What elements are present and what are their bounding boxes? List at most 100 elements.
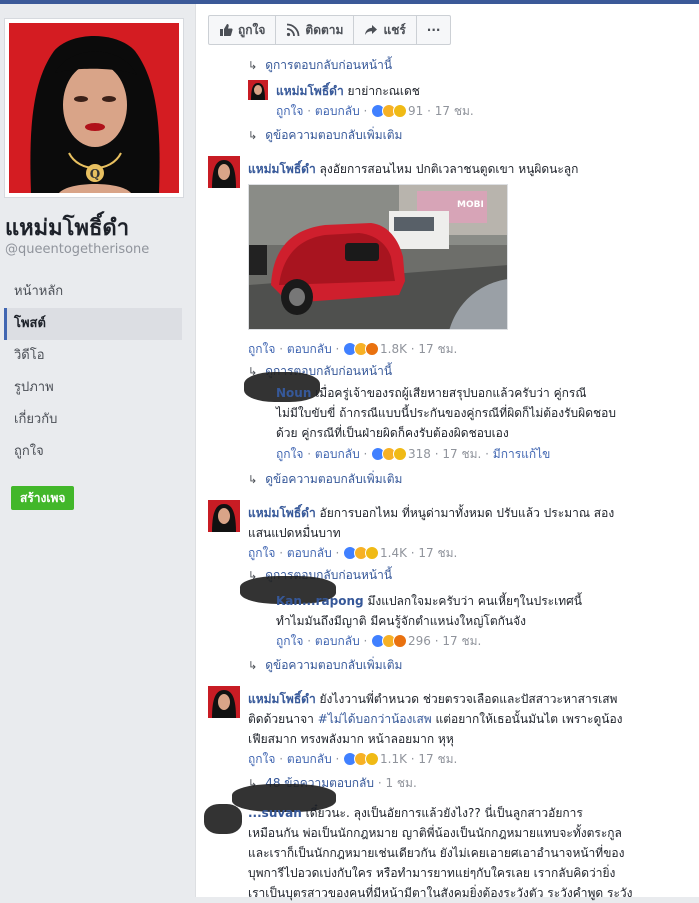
avatar[interactable] (208, 500, 240, 532)
comment-text: เมื่อครู่เจ้าของรถผู้เสียหายสรุปบอกแล้วค… (315, 386, 587, 400)
reply-body: Noun เมื่อครู่เจ้าของรถผู้เสียหายสรุปบอก… (276, 384, 586, 403)
comment-time[interactable]: 17 ชม. (418, 546, 457, 560)
page-sidebar: Q แหม่มโพธิ์ดำ @queentogetherisone หน้าห… (0, 4, 195, 897)
thumbs-up-icon (220, 24, 233, 36)
comment-author[interactable]: แหม่มโพธิ์ดำ (248, 692, 316, 706)
share-label: แชร์ (383, 22, 406, 37)
reactions[interactable] (371, 104, 408, 118)
reaction-count: 318 (408, 447, 431, 461)
page-handle[interactable]: @queentogetherisone (5, 242, 149, 257)
comment-text: เราเป็นบุตรสาวของคนที่มีหน้ามีตาในสังคมย… (248, 886, 633, 900)
share-button[interactable]: แชร์ (354, 16, 417, 44)
comment-author[interactable]: Noun (276, 386, 311, 400)
comment-meta: ถูกใจ · ตอบกลับ · 1.8K · 17 ชม. (248, 342, 458, 356)
like-page-button[interactable]: ถูกใจ (209, 16, 277, 44)
profile-picture[interactable]: Q (4, 18, 184, 198)
like-link[interactable]: ถูกใจ (276, 104, 303, 118)
comment-meta: ถูกใจ · ตอบกลับ · 318 · 17 ชม. · มีการแก… (276, 447, 551, 461)
svg-text:Q: Q (90, 167, 100, 181)
comment-time[interactable]: 17 ชม. (418, 752, 457, 766)
comment-text: ด้วย คู่กรณีที่เป็นฝ่ายผิดก็คงรับต้องผิด… (276, 426, 509, 440)
wow-reaction-icon (365, 752, 380, 766)
page-nav: หน้าหลัก โพสต์ วิดีโอ รูปภาพ เกี่ยวกับ ถ… (4, 276, 182, 468)
view-more-replies[interactable]: ↳ ดูข้อความตอบกลับเพิ่มเติม (248, 656, 402, 675)
view-more-replies[interactable]: ↳ ดูข้อความตอบกลับเพิ่มเติม (248, 126, 402, 145)
comment-meta: ถูกใจ · ตอบกลับ · 1.4K · 17 ชม. (248, 546, 458, 560)
reply-body: แหม่มโพธิ์ดำ ยาย่ากะณเดช (276, 82, 420, 101)
comment-body: ...suvan เดี๋ยวนะ. ลุงเป็นอัยการแล้วยังไ… (248, 804, 583, 823)
avatar[interactable] (248, 80, 268, 100)
comment-meta: ถูกใจ · ตอบกลับ · 91 · 17 ชม. (276, 104, 474, 118)
follow-button[interactable]: ติดตาม (276, 16, 355, 44)
reaction-count: 1.4K (380, 546, 407, 560)
view-more-replies-link[interactable]: ดูข้อความตอบกลับเพิ่มเติม (265, 472, 402, 486)
comment-time[interactable]: 17 ชม. (442, 447, 481, 461)
view-previous-replies[interactable]: ↳ ดูการตอบกลับก่อนหน้านี้ (248, 56, 392, 75)
comment-body: แหม่มโพธิ์ดำ อัยการบอกไหม ที่หนูด่ามาทั้… (248, 504, 614, 523)
like-link[interactable]: ถูกใจ (248, 546, 275, 560)
nav-item-photos[interactable]: รูปภาพ (4, 372, 182, 404)
comment-text: เดี๋ยวนะ. ลุงเป็นอัยการแล้วยังไง?? นี่เป… (305, 806, 583, 820)
comment-text: ลุงอัยการสอนไหม ปกติเวลาชนตูดเขา หนูผิดน… (319, 162, 579, 176)
profile-image: Q (9, 23, 179, 193)
like-link[interactable]: ถูกใจ (276, 634, 303, 648)
view-more-replies[interactable]: ↳ ดูข้อความตอบกลับเพิ่มเติม (248, 470, 402, 489)
reactions[interactable] (371, 447, 408, 461)
reply-link[interactable]: ตอบกลับ (315, 447, 360, 461)
view-more-replies-link[interactable]: ดูข้อความตอบกลับเพิ่มเติม (265, 128, 402, 142)
avatar[interactable] (208, 686, 240, 718)
edited-link[interactable]: มีการแก้ไข (493, 447, 551, 461)
comment-text-line: ติดด้วยนาจา #ไม่ได้บอกว่าน้องเสพ แต่อยาก… (248, 710, 623, 729)
like-link[interactable]: ถูกใจ (248, 342, 275, 356)
view-more-replies-link[interactable]: ดูข้อความตอบกลับเพิ่มเติม (265, 658, 402, 672)
reactions[interactable] (343, 546, 380, 560)
comment-author[interactable]: ...suvan (248, 806, 302, 820)
reactions[interactable] (343, 752, 380, 766)
share-arrow-icon (365, 25, 378, 35)
nav-item-likes[interactable]: ถูกใจ (4, 436, 182, 468)
comment-meta: ถูกใจ · ตอบกลับ · 1.1K · 17 ชม. (248, 752, 458, 766)
main-column: ถูกใจ ติดตาม แชร์ ··· ↳ ดูการตอบกลับก่อนห… (195, 4, 699, 900)
reply-link[interactable]: ตอบกลับ (287, 546, 332, 560)
comment-time[interactable]: 17 ชม. (418, 342, 457, 356)
reply-link[interactable]: ตอบกลับ (287, 342, 332, 356)
reactions[interactable] (371, 634, 408, 648)
comment-text: เหมือนกัน พ่อเป็นนักกฎหมาย ญาติพี่น้องเป… (248, 826, 622, 840)
comment-time[interactable]: 17 ชม. (442, 634, 481, 648)
reply-body: Kan...rapong มึงแปลกใจมะครับว่า คนเหี้ยๆ… (276, 592, 582, 611)
avatar[interactable] (208, 156, 240, 188)
reply-link[interactable]: ตอบกลับ (287, 752, 332, 766)
comment-photo[interactable]: MOBI (248, 184, 508, 330)
like-page-label: ถูกใจ (238, 22, 266, 37)
comment-body: แหม่มโพธิ์ดำ ลุงอัยการสอนไหม ปกติเวลาชนต… (248, 160, 578, 179)
like-link[interactable]: ถูกใจ (248, 752, 275, 766)
comment-time[interactable]: 17 ชม. (435, 104, 474, 118)
reply-link[interactable]: ตอบกลับ (315, 104, 360, 118)
comment-text: ยาย่ากะณเดช (347, 84, 420, 98)
comment-text: ไม่มีใบขับขี่ ถ้ากรณีแบบนี้ประกันของคู่ก… (276, 406, 616, 420)
comment-text: และเราก็เป็นนักกฎหมายเช่นเดียวกัน ยังไม่… (248, 846, 625, 860)
view-previous-replies-link[interactable]: ดูการตอบกลับก่อนหน้านี้ (265, 58, 392, 72)
comment-author[interactable]: แหม่มโพธิ์ดำ (248, 162, 316, 176)
angry-reaction-icon (365, 342, 380, 356)
comment-author[interactable]: แหม่มโพธิ์ดำ (248, 506, 316, 520)
comment-author[interactable]: Kan...rapong (276, 594, 364, 608)
wow-reaction-icon (393, 104, 408, 118)
hashtag-link[interactable]: #ไม่ได้บอกว่าน้องเสพ (318, 712, 432, 726)
nav-item-posts[interactable]: โพสต์ (4, 308, 182, 340)
comment-text: อัยการบอกไหม ที่หนูด่ามาทั้งหมด ปรับแล้ว… (319, 506, 615, 520)
more-options-button[interactable]: ··· (417, 16, 451, 44)
nav-item-home[interactable]: หน้าหลัก (4, 276, 182, 308)
nav-item-videos[interactable]: วิดีโอ (4, 340, 182, 372)
follow-label: ติดตาม (305, 22, 344, 37)
nav-item-about[interactable]: เกี่ยวกับ (4, 404, 182, 436)
reply-arrow-icon: ↳ (248, 473, 258, 486)
page-title[interactable]: แหม่มโพธิ์ดำ (5, 210, 129, 245)
comment-body: แหม่มโพธิ์ดำ ยังไงวานพี่ตำหนวด ช่วยตรวจเ… (248, 690, 617, 709)
comment-author[interactable]: แหม่มโพธิ์ดำ (276, 84, 344, 98)
reactions[interactable] (343, 342, 380, 356)
reply-link[interactable]: ตอบกลับ (315, 634, 360, 648)
like-link[interactable]: ถูกใจ (276, 447, 303, 461)
reaction-count: 91 (408, 104, 424, 118)
create-page-button[interactable]: สร้างเพจ (11, 486, 75, 510)
